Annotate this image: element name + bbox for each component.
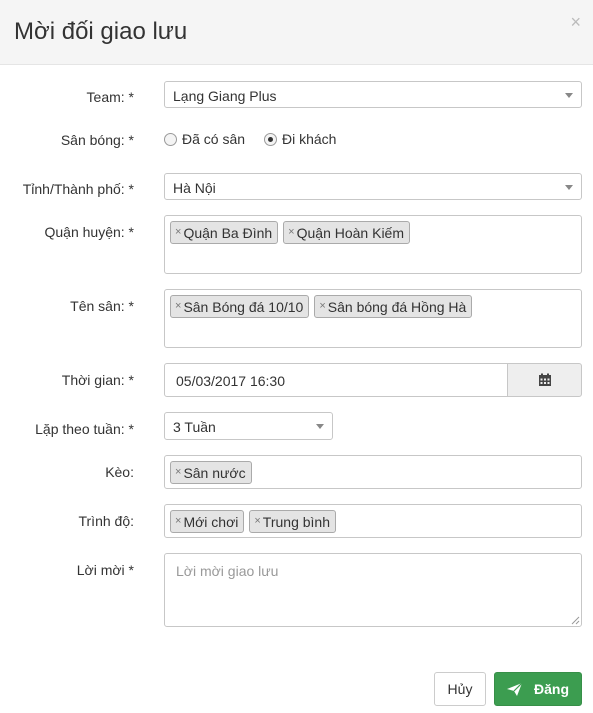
chevron-down-icon [565, 184, 573, 190]
radio-away[interactable] [264, 132, 277, 146]
team-select[interactable]: Lạng Giang Plus [164, 81, 582, 108]
tag-remove-icon[interactable]: × [319, 301, 325, 312]
level-label: Trình độ: [78, 513, 134, 529]
district-tag[interactable]: × Quận Hoàn Kiếm [283, 221, 411, 244]
venue-label: Sân bóng: * [60, 132, 134, 148]
paper-plane-icon [507, 682, 522, 696]
modal-title: Mời đối giao lưu [14, 18, 188, 45]
bet-tag-label: Sân nước [183, 464, 246, 481]
field-name-tag[interactable]: × Sân Bóng đá 10/10 [170, 295, 310, 318]
tag-remove-icon[interactable]: × [175, 467, 181, 478]
time-input[interactable]: 05/03/2017 16:30 [164, 363, 508, 397]
field-name-label: Tên sân: * [70, 298, 134, 314]
province-select-value: Hà Nội [173, 180, 216, 196]
repeat-select[interactable]: 3 Tuần [164, 412, 333, 440]
level-tag[interactable]: × Trung bình [249, 510, 336, 533]
repeat-select-value: 3 Tuần [173, 419, 216, 435]
resize-handle-icon[interactable] [571, 616, 580, 625]
bet-tag[interactable]: × Sân nước [170, 461, 252, 484]
tag-remove-icon[interactable]: × [175, 227, 181, 238]
modal-header: Mời đối giao lưu × [0, 0, 593, 65]
radio-has-field[interactable] [164, 132, 177, 146]
bet-label: Kèo: [105, 464, 134, 480]
venue-option-has-field[interactable]: Đã có sân [164, 131, 245, 147]
field-name-multiselect[interactable]: × Sân Bóng đá 10/10 × Sân bóng đá Hồng H… [164, 289, 582, 348]
level-tag-label: Trung bình [262, 513, 330, 530]
level-multiselect[interactable]: × Mới chơi × Trung bình [164, 504, 582, 538]
team-label: Team: * [86, 89, 134, 105]
repeat-label: Lặp theo tuần: * [35, 421, 134, 437]
district-tag-label: Quận Ba Đình [183, 224, 273, 241]
calendar-icon [538, 373, 551, 386]
venue-option-label: Đi khách [282, 131, 337, 147]
bet-multiselect[interactable]: × Sân nước [164, 455, 582, 489]
field-name-tag-label: Sân Bóng đá 10/10 [183, 298, 304, 315]
time-value: 05/03/2017 16:30 [176, 373, 285, 389]
team-select-value: Lạng Giang Plus [173, 88, 277, 104]
field-name-tag[interactable]: × Sân bóng đá Hồng Hà [314, 295, 473, 318]
chevron-down-icon [316, 424, 324, 429]
district-label: Quận huyện: * [44, 224, 134, 240]
chevron-down-icon [565, 92, 573, 98]
submit-button-label: Đăng [534, 681, 569, 697]
calendar-button[interactable] [507, 363, 582, 397]
invitation-placeholder: Lời mời giao lưu [176, 563, 279, 579]
invitation-textarea[interactable]: Lời mời giao lưu [164, 553, 582, 627]
district-tag[interactable]: × Quận Ba Đình [170, 221, 279, 244]
province-select[interactable]: Hà Nội [164, 173, 582, 200]
field-name-tag-label: Sân bóng đá Hồng Hà [327, 298, 467, 315]
district-tag-label: Quận Hoàn Kiếm [296, 224, 405, 241]
cancel-button[interactable]: Hủy [434, 672, 486, 706]
province-label: Tỉnh/Thành phố: * [22, 181, 134, 197]
tag-remove-icon[interactable]: × [175, 301, 181, 312]
tag-remove-icon[interactable]: × [254, 516, 260, 527]
submit-button[interactable]: Đăng [494, 672, 582, 706]
invitation-label: Lời mời * [76, 562, 134, 578]
venue-option-away[interactable]: Đi khách [264, 131, 336, 147]
tag-remove-icon[interactable]: × [175, 516, 181, 527]
cancel-button-label: Hủy [447, 681, 473, 697]
close-icon[interactable]: × [570, 12, 581, 32]
time-label: Thời gian: * [61, 372, 134, 388]
level-tag-label: Mới chơi [183, 513, 239, 530]
tag-remove-icon[interactable]: × [288, 227, 294, 238]
venue-option-label: Đã có sân [182, 131, 246, 147]
level-tag[interactable]: × Mới chơi [170, 510, 245, 533]
district-multiselect[interactable]: × Quận Ba Đình × Quận Hoàn Kiếm [164, 215, 582, 274]
